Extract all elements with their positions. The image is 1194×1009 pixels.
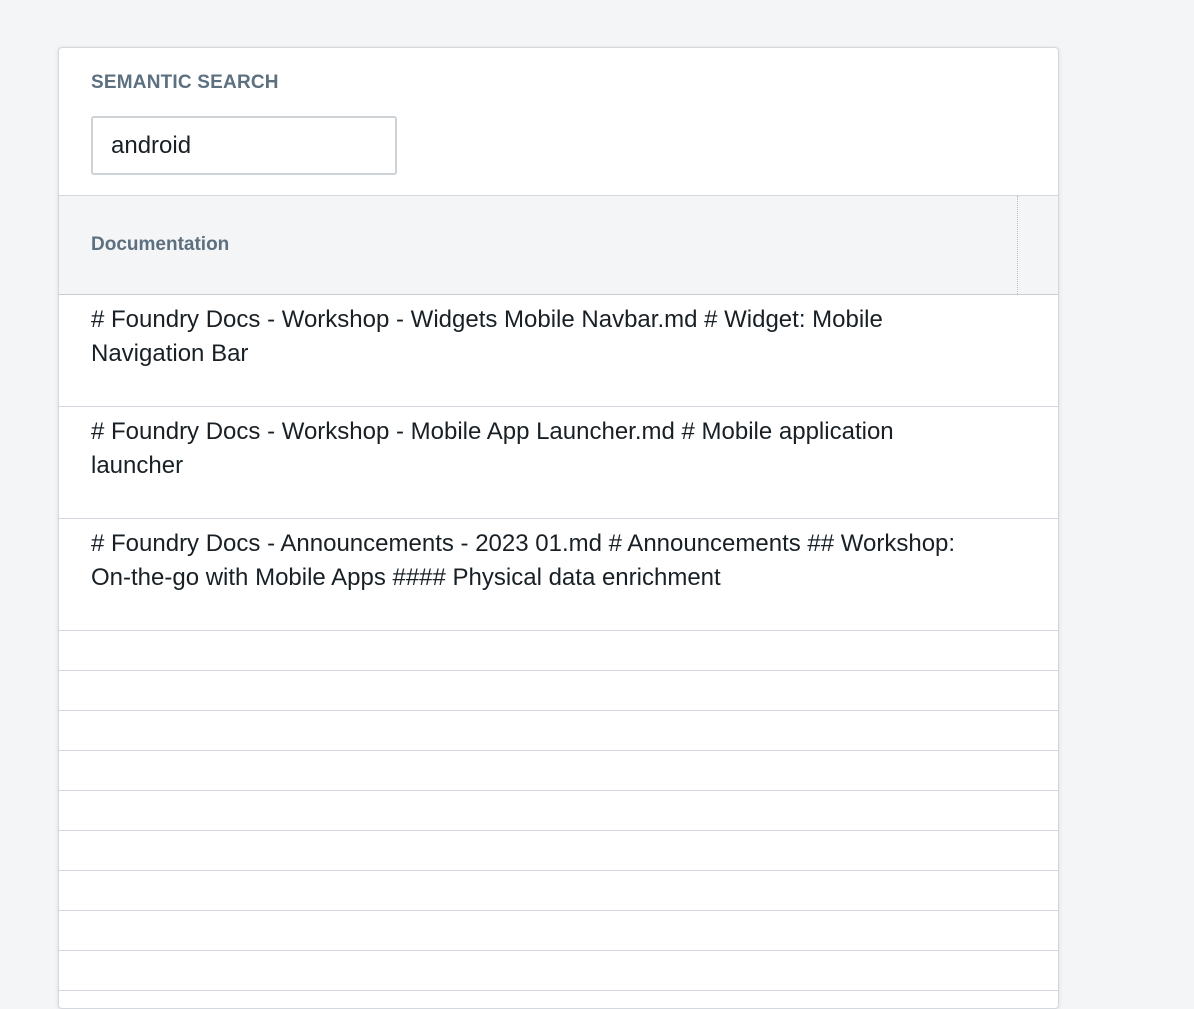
- empty-table-row: [59, 791, 1058, 831]
- column-header-documentation[interactable]: Documentation: [91, 234, 229, 256]
- table-cell-documentation: # Foundry Docs - Workshop - Widgets Mobi…: [91, 306, 883, 367]
- table-cell-documentation: # Foundry Docs - Announcements - 2023 01…: [91, 530, 956, 591]
- table-row[interactable]: # Foundry Docs - Announcements - 2023 01…: [59, 519, 1058, 631]
- table-row[interactable]: # Foundry Docs - Workshop - Widgets Mobi…: [59, 295, 1058, 407]
- empty-table-row: [59, 751, 1058, 791]
- empty-table-row: [59, 711, 1058, 751]
- empty-table-row: [59, 911, 1058, 951]
- empty-table-row: [59, 671, 1058, 711]
- table-cell-documentation: # Foundry Docs - Workshop - Mobile App L…: [91, 418, 894, 479]
- search-section: SEMANTIC SEARCH: [59, 48, 1058, 196]
- results-table: Documentation # Foundry Docs - Workshop …: [59, 196, 1058, 991]
- empty-table-row: [59, 951, 1058, 991]
- search-label: SEMANTIC SEARCH: [91, 72, 279, 93]
- search-input[interactable]: [91, 116, 397, 175]
- table-row[interactable]: # Foundry Docs - Workshop - Mobile App L…: [59, 407, 1058, 519]
- semantic-search-panel: SEMANTIC SEARCH Documentation # Foundry …: [58, 47, 1059, 1009]
- empty-table-row: [59, 831, 1058, 871]
- column-resize-handle[interactable]: [1017, 196, 1018, 294]
- empty-table-row: [59, 871, 1058, 911]
- table-header: Documentation: [59, 196, 1058, 295]
- empty-table-row: [59, 631, 1058, 671]
